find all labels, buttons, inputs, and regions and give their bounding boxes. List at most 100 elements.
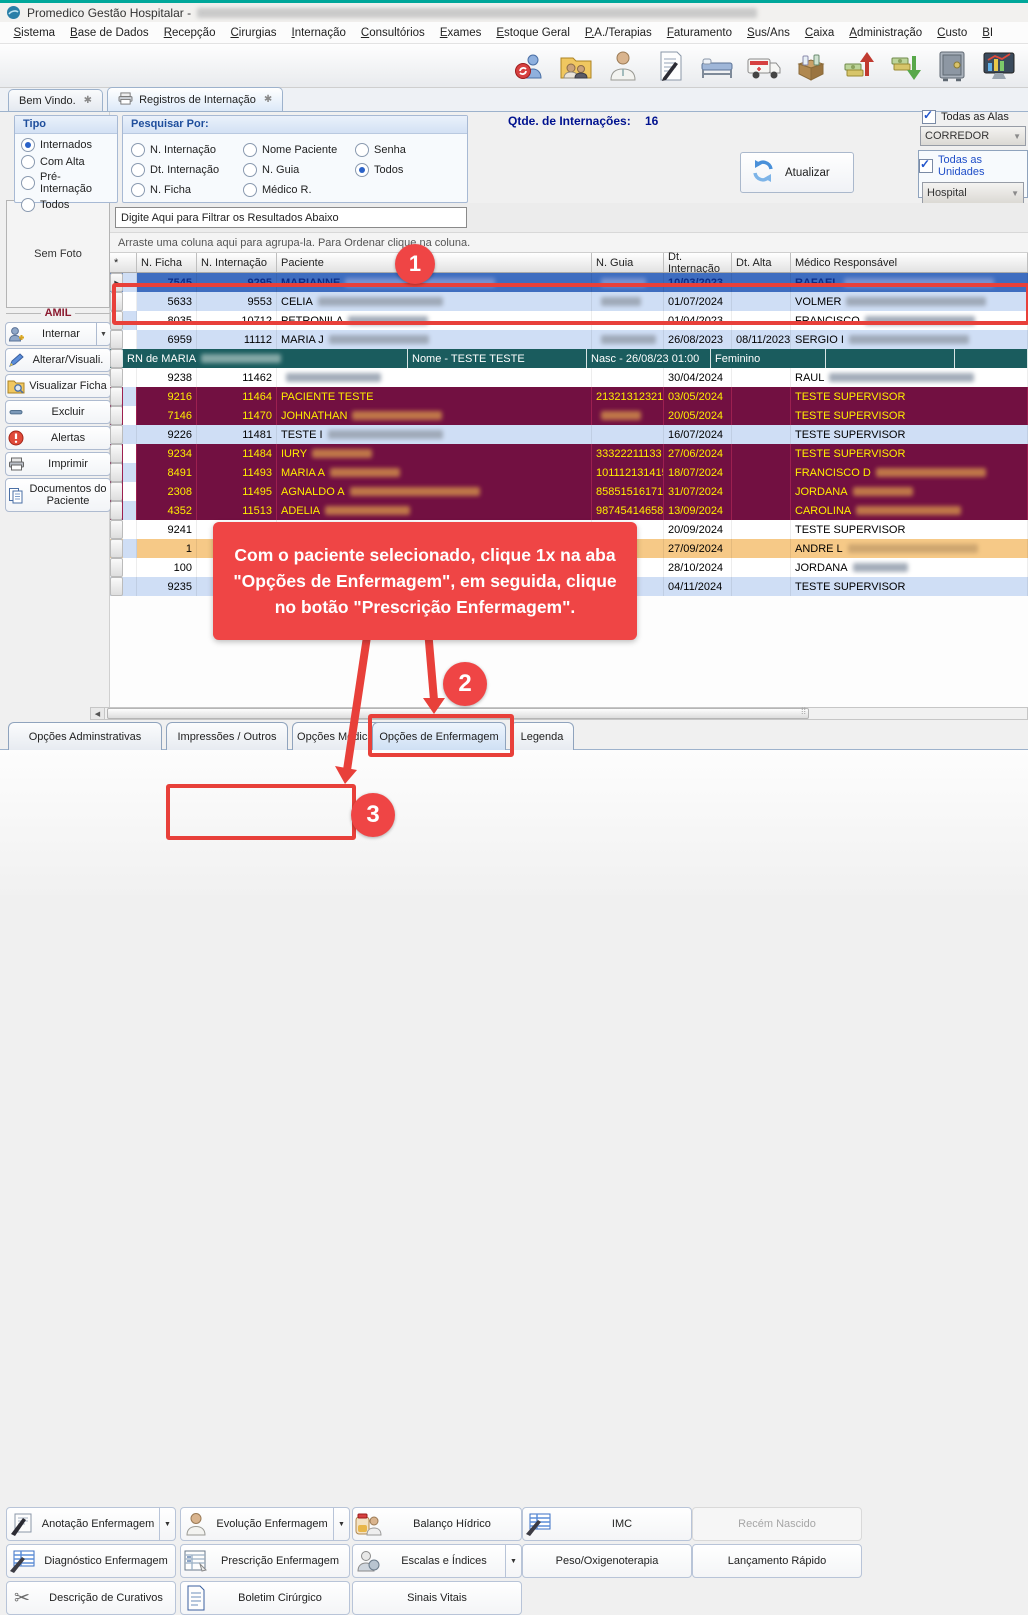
chevron-down-icon[interactable]: ▼ xyxy=(505,1545,521,1577)
tipo-option-pr-interna-o[interactable]: Pré-Internação xyxy=(21,171,111,195)
table-row[interactable]: 922611481TESTE I16/07/2024TESTE SUPERVIS… xyxy=(110,425,1028,444)
menu-base-de-dados[interactable]: Base de Dados xyxy=(63,24,157,42)
menu-exames[interactable]: Exames xyxy=(432,24,489,42)
row-header-button[interactable] xyxy=(110,482,123,501)
column-header-n-guia[interactable]: N. Guia xyxy=(592,253,664,272)
table-row[interactable]: 56339553CELIA01/07/2024VOLMER xyxy=(110,292,1028,311)
chevron-down-icon[interactable]: ▼ xyxy=(333,1508,349,1540)
table-row[interactable]: 695911112MARIA J26/08/202308/11/2023SERG… xyxy=(110,330,1028,349)
bottom-tab-impress-es-outros[interactable]: Impressões / Outros xyxy=(166,722,288,750)
sidebar-button-visualizar-ficha[interactable]: Visualizar Ficha xyxy=(5,374,111,398)
action-button-boletim-cir-rgico[interactable]: Boletim Cirúrgico xyxy=(180,1581,350,1615)
menu-p-a-terapias[interactable]: P.A./Terapias xyxy=(577,24,659,42)
folder-users-icon[interactable] xyxy=(557,48,595,84)
row-header-button[interactable] xyxy=(110,520,123,539)
row-header-button[interactable] xyxy=(110,349,123,368)
row-header-button[interactable] xyxy=(110,425,123,444)
row-header-button[interactable] xyxy=(110,539,123,558)
table-row[interactable]: 849111493MARIA A10111213141518/07/2024FR… xyxy=(110,463,1028,482)
menu-sistema[interactable]: Sistema xyxy=(6,24,63,42)
menu-bi[interactable]: BI xyxy=(975,24,1001,42)
table-row[interactable]: 92381146230/04/2024RAUL xyxy=(110,368,1028,387)
row-header-button[interactable] xyxy=(110,463,123,482)
action-button-imc[interactable]: IMC xyxy=(522,1507,692,1541)
contract-icon[interactable] xyxy=(651,48,689,84)
table-row[interactable]: 923411484IURY3332221113327/06/2024TESTE … xyxy=(110,444,1028,463)
ala-select[interactable]: CORREDOR▼ xyxy=(920,126,1026,146)
row-header-button[interactable] xyxy=(110,368,123,387)
sidebar-button-alertas[interactable]: Alertas xyxy=(5,426,111,450)
row-header-button[interactable] xyxy=(110,387,123,406)
menu-interna-o[interactable]: Internação xyxy=(284,24,353,42)
bottom-tab-legenda[interactable]: Legenda xyxy=(510,722,574,750)
doctor-icon[interactable] xyxy=(604,48,642,84)
pesquisar-option-senha[interactable]: Senha xyxy=(355,140,455,160)
menu-estoque-geral[interactable]: Estoque Geral xyxy=(489,24,578,42)
horizontal-scrollbar[interactable]: ◀ xyxy=(90,707,1028,720)
column-header-dt-alta[interactable]: Dt. Alta xyxy=(732,253,791,272)
action-button-prescri-o-enfermagem[interactable]: Prescrição Enfermagem xyxy=(180,1544,350,1578)
tipo-option-internados[interactable]: Internados xyxy=(21,138,111,152)
action-button-descri-o-de-curativos[interactable]: ✂Descrição de Curativos xyxy=(6,1581,176,1615)
bottom-tab-op-es-de-enfermagem[interactable]: Opções de Enfermagem xyxy=(372,722,506,750)
pesquisar-option-n-ficha[interactable]: N. Ficha xyxy=(131,180,243,200)
users-icon[interactable] xyxy=(510,48,548,84)
table-row[interactable]: 921611464PACIENTE TESTE2132131232103/05/… xyxy=(110,387,1028,406)
bed-icon[interactable] xyxy=(698,48,736,84)
pesquisar-option-nome-paciente[interactable]: Nome Paciente xyxy=(243,140,355,160)
table-row[interactable]: 230811495AGNALDO A85851516171831/07/2024… xyxy=(110,482,1028,501)
menu-caixa[interactable]: Caixa xyxy=(797,24,841,42)
menu-administra-o[interactable]: Administração xyxy=(842,24,930,42)
action-button-anota-o-enfermagem[interactable]: Anotação Enfermagem▼ xyxy=(6,1507,176,1541)
pesquisar-option-dt-interna-o[interactable]: Dt. Internação xyxy=(131,160,243,180)
unidade-select[interactable]: Hospital▼ xyxy=(922,182,1024,204)
tipo-option-todos[interactable]: Todos xyxy=(21,198,111,212)
menu-sus-ans[interactable]: Sus/Ans xyxy=(740,24,798,42)
sidebar-button-alterar-visuali-[interactable]: Alterar/Visuali. xyxy=(5,348,111,372)
grid-filter-input[interactable]: Digite Aqui para Filtrar os Resultados A… xyxy=(115,207,467,228)
row-header-button[interactable] xyxy=(110,501,123,520)
atualizar-button[interactable]: Atualizar xyxy=(740,152,854,193)
column-header-m-dico-respons-vel[interactable]: Médico Responsável xyxy=(791,253,1028,272)
action-button-diagn-stico-enfermagem[interactable]: Diagnóstico Enfermagem xyxy=(6,1544,176,1578)
bottom-tab-op-es-m-dicas[interactable]: Opções Médicas xyxy=(292,722,384,750)
todas-alas-checkbox[interactable]: Todas as Alas xyxy=(922,110,1009,124)
chevron-down-icon[interactable]: ▼ xyxy=(96,323,110,345)
menu-custo[interactable]: Custo xyxy=(930,24,975,42)
table-row[interactable]: RN de MARIANome - TESTE TESTENasc - 26/0… xyxy=(110,349,1028,368)
action-button-lan-amento-r-pido[interactable]: Lançamento Rápido xyxy=(692,1544,862,1578)
row-header-button[interactable] xyxy=(110,444,123,463)
action-button-peso-oxigenoterapia[interactable]: Peso/Oxigenoterapia xyxy=(522,1544,692,1578)
money-down-icon[interactable] xyxy=(886,48,924,84)
money-up-icon[interactable] xyxy=(839,48,877,84)
sidebar-button-excluir[interactable]: Excluir xyxy=(5,400,111,424)
menu-cirurgias[interactable]: Cirurgias xyxy=(223,24,284,42)
supplies-icon[interactable] xyxy=(792,48,830,84)
table-row[interactable]: 803510712PETRONILA01/04/2023FRANCISCO xyxy=(110,311,1028,330)
tipo-option-com-alta[interactable]: Com Alta xyxy=(21,155,111,169)
chart-icon[interactable] xyxy=(980,48,1018,84)
row-header-button[interactable] xyxy=(110,311,123,330)
table-row[interactable]: 435211513ADELIA9874541465813/09/2024CARO… xyxy=(110,501,1028,520)
sidebar-button-internar[interactable]: Internar▼ xyxy=(5,322,111,346)
safe-icon[interactable] xyxy=(933,48,971,84)
doc-tab-active[interactable]: Registros de Internação✱ xyxy=(107,87,283,111)
scroll-left-icon[interactable]: ◀ xyxy=(91,708,105,719)
doc-tab-inactive[interactable]: Bem Vindo.✱ xyxy=(8,89,103,111)
menu-faturamento[interactable]: Faturamento xyxy=(659,24,739,42)
action-button-escalas-e-ndices[interactable]: Escalas e Índices▼ xyxy=(352,1544,522,1578)
row-header-button[interactable] xyxy=(110,330,123,349)
pesquisar-option-m-dico-r-[interactable]: Médico R. xyxy=(243,180,355,200)
pesquisar-option-todos[interactable]: Todos xyxy=(355,160,455,180)
row-header-button[interactable]: ▸ xyxy=(110,273,123,292)
close-icon[interactable]: ✱ xyxy=(84,95,92,106)
menu-recep-o[interactable]: Recepção xyxy=(156,24,223,42)
row-header-button[interactable] xyxy=(110,406,123,425)
bottom-tab-op-es-adminstrativas[interactable]: Opções Adminstrativas xyxy=(8,722,162,750)
row-header-button[interactable] xyxy=(110,558,123,577)
row-header-button[interactable] xyxy=(110,577,123,596)
table-row[interactable]: ▸75459295MARIANNE10/03/2023RAFAEL xyxy=(110,273,1028,292)
todas-unidades-checkbox[interactable]: Todas as Unidades xyxy=(919,154,1027,178)
action-button-balan-o-h-drico[interactable]: Balanço Hídrico xyxy=(352,1507,522,1541)
column-header-n-ficha[interactable]: N. Ficha xyxy=(137,253,197,272)
